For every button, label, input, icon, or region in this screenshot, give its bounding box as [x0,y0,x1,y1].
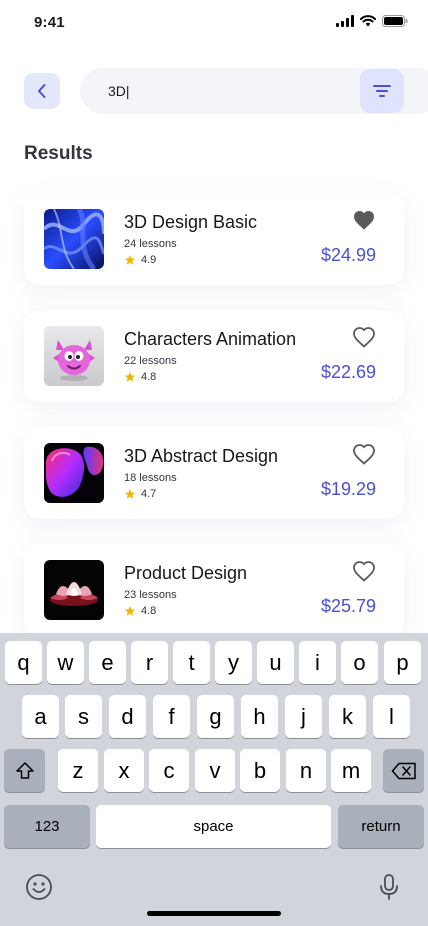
star-icon [124,255,136,265]
key-x[interactable]: x [104,749,144,792]
course-thumbnail-gradient-blob [44,443,104,503]
course-thumbnail-pink-character [44,326,104,386]
key-w[interactable]: w [47,641,84,684]
shift-icon [15,761,34,779]
key-l[interactable]: l [373,695,410,738]
course-card[interactable]: 3D Abstract Design 18 lessons 4.7 $19.29 [24,427,404,519]
heart-icon[interactable] [352,560,376,582]
rating-value: 4.7 [141,488,157,500]
star-icon [124,489,136,499]
key-c[interactable]: c [149,749,189,792]
star-icon [124,606,136,616]
key-k[interactable]: k [329,695,366,738]
course-rating: 4.8 [124,605,156,617]
course-lessons: 24 lessons [124,238,177,250]
key-h[interactable]: h [241,695,278,738]
rating-value: 4.8 [141,371,157,383]
course-lessons: 22 lessons [124,355,177,367]
key-z[interactable]: z [58,749,98,792]
course-thumbnail-lotus [44,560,104,620]
cellular-signal-icon [336,15,354,27]
course-price: $25.79 [320,596,376,616]
course-title: Product Design [124,563,248,583]
key-e[interactable]: e [89,641,126,684]
status-time: 9:41 [34,14,65,31]
course-price: $22.69 [320,362,376,382]
filter-button[interactable] [360,69,404,113]
backspace-icon [391,762,416,779]
key-s[interactable]: s [65,695,102,738]
space-key[interactable]: space [96,805,331,848]
numbers-key[interactable]: 123 [4,805,90,848]
heart-icon[interactable] [352,209,376,231]
shift-key[interactable] [4,749,45,792]
key-i[interactable]: i [299,641,336,684]
status-icons [336,15,408,27]
keyboard: q w e r t y u i o p a s d f g h j k l z … [0,633,428,926]
delete-key[interactable] [383,749,424,792]
microphone-icon[interactable] [378,873,400,901]
key-o[interactable]: o [341,641,378,684]
heart-icon[interactable] [352,326,376,348]
key-u[interactable]: u [257,641,294,684]
course-price: $19.29 [320,479,376,499]
wifi-icon [360,15,376,27]
search-input[interactable] [108,82,348,100]
course-title: Characters Animation [124,329,297,349]
key-b[interactable]: b [240,749,280,792]
key-j[interactable]: j [285,695,322,738]
home-indicator [147,911,281,916]
key-v[interactable]: v [195,749,235,792]
heart-icon[interactable] [352,443,376,465]
course-card[interactable]: 3D Design Basic 24 lessons 4.9 $24.99 [24,193,404,285]
rating-value: 4.9 [141,254,157,266]
key-f[interactable]: f [153,695,190,738]
course-rating: 4.7 [124,488,156,500]
course-price: $24.99 [320,245,376,265]
course-lessons: 18 lessons [124,472,177,484]
status-bar: 9:41 [0,0,428,44]
key-r[interactable]: r [131,641,168,684]
key-q[interactable]: q [5,641,42,684]
course-title: 3D Design Basic [124,212,258,232]
rating-value: 4.8 [141,605,157,617]
course-lessons: 23 lessons [124,589,177,601]
back-button[interactable] [24,73,60,109]
key-d[interactable]: d [109,695,146,738]
star-icon [124,372,136,382]
course-card[interactable]: Characters Animation 22 lessons 4.8 $22.… [24,310,404,402]
key-g[interactable]: g [197,695,234,738]
course-card[interactable]: Product Design 23 lessons 4.8 $25.79 [24,544,404,636]
key-a[interactable]: a [22,695,59,738]
key-n[interactable]: n [286,749,326,792]
key-t[interactable]: t [173,641,210,684]
course-rating: 4.9 [124,254,156,266]
emoji-icon[interactable] [25,873,53,901]
chevron-left-icon [38,84,46,98]
results-heading: Results [24,143,93,164]
key-p[interactable]: p [384,641,421,684]
key-y[interactable]: y [215,641,252,684]
course-title: 3D Abstract Design [124,446,279,466]
filter-icon [373,85,391,97]
course-thumbnail-blue-abstract [44,209,104,269]
course-rating: 4.8 [124,371,156,383]
battery-icon [382,15,408,27]
return-key[interactable]: return [338,805,424,848]
key-m[interactable]: m [331,749,371,792]
